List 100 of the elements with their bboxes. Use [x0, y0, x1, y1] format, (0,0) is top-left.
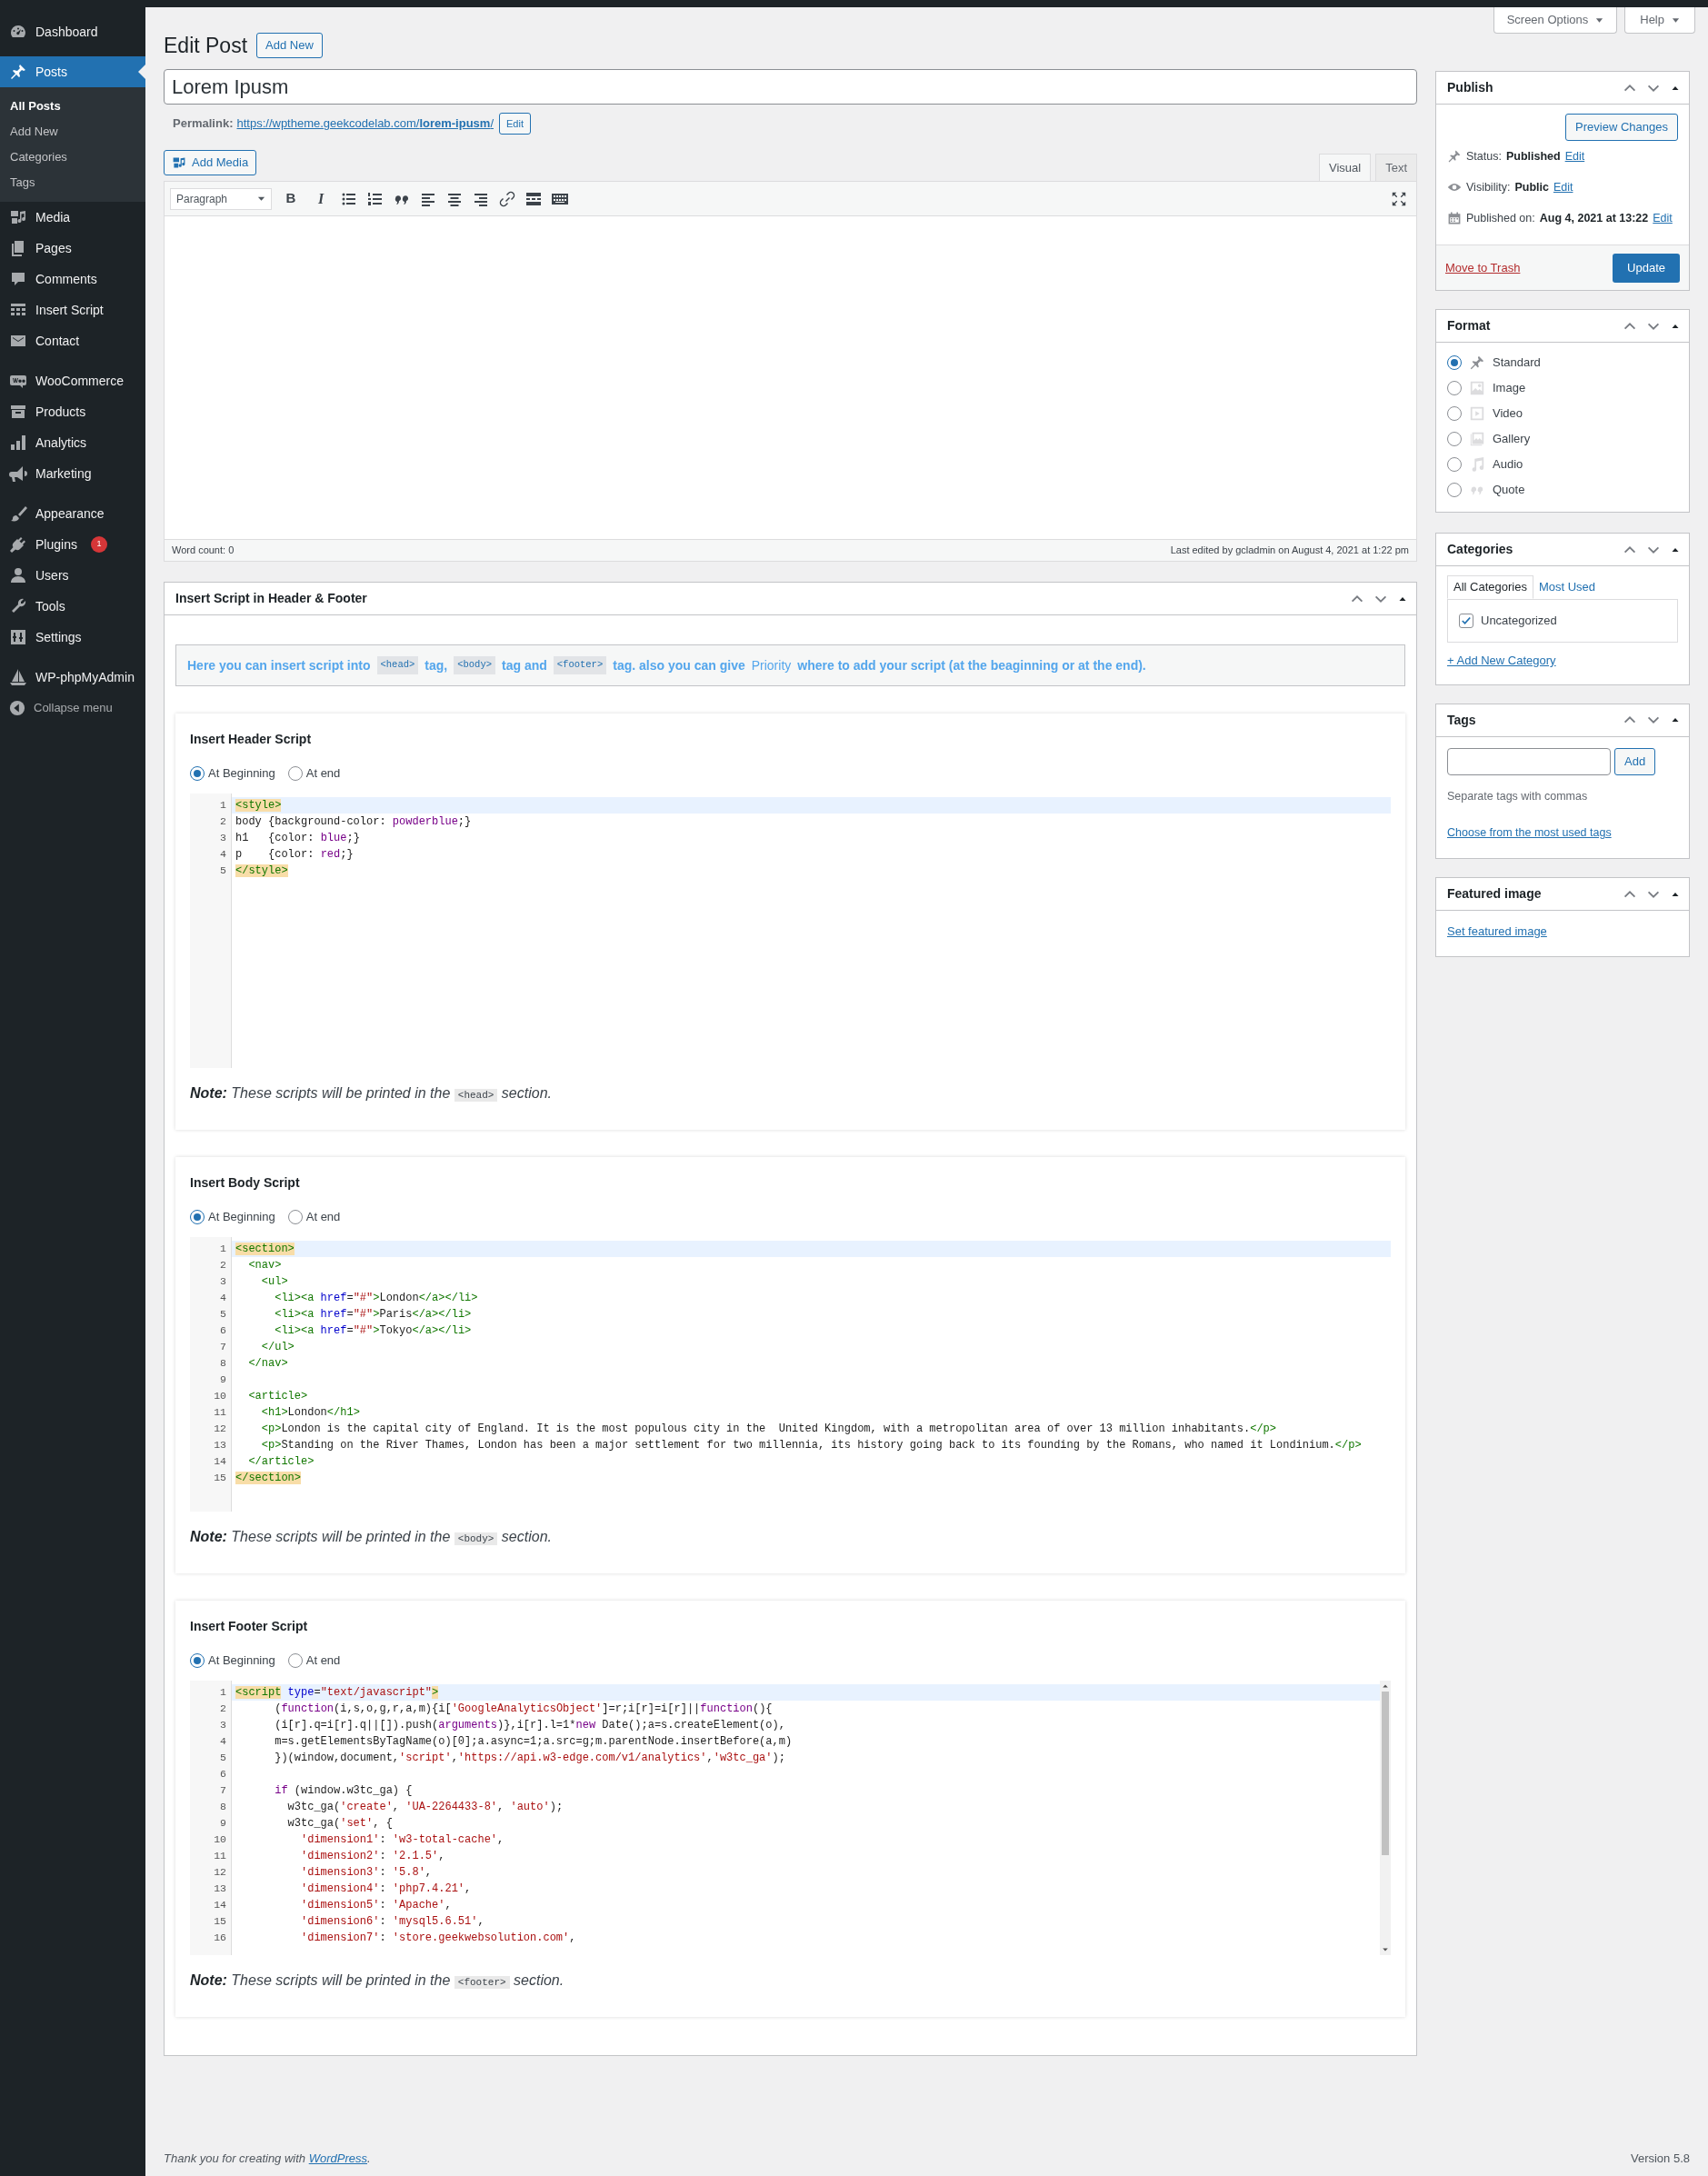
media-icon — [172, 155, 186, 170]
code-line: 'dimension2': '2.1.5', — [300, 1849, 446, 1864]
sidebar-item[interactable]: Settings — [0, 622, 145, 653]
add-media-button[interactable]: Add Media — [164, 150, 257, 175]
radio-button[interactable] — [1447, 457, 1462, 472]
add-new-category-link[interactable]: + Add New Category — [1447, 652, 1678, 670]
radio-button[interactable] — [1447, 381, 1462, 395]
permalink-link[interactable]: https://wptheme.geekcodelab.com/lorem-ipusm/ — [236, 115, 494, 133]
sidebar-item[interactable]: Tools — [0, 591, 145, 622]
screen-options-button[interactable]: Screen Options — [1493, 7, 1618, 34]
checkbox[interactable] — [1459, 614, 1473, 628]
line-number: 2 — [219, 814, 227, 829]
radio-button[interactable] — [190, 1653, 205, 1668]
line-number: 6 — [219, 1767, 227, 1782]
link-icon[interactable] — [498, 189, 516, 208]
radio-button[interactable] — [287, 766, 303, 781]
radio-button[interactable] — [1447, 432, 1462, 446]
submenu-item[interactable]: Categories — [0, 145, 145, 170]
move-to-trash-link[interactable]: Move to Trash — [1445, 258, 1521, 277]
code-line: <li><a href="#">Paris</a></li> — [274, 1307, 473, 1323]
submenu-item[interactable]: Tags — [0, 170, 145, 195]
sidebar-item[interactable]: Users — [0, 560, 145, 591]
add-new-button[interactable]: Add New — [256, 33, 323, 58]
image-icon — [1469, 380, 1485, 396]
line-number: 11 — [213, 1405, 227, 1420]
scrollbar-thumb[interactable] — [1382, 1692, 1389, 1855]
fullscreen-icon[interactable] — [1391, 190, 1407, 207]
radio-button[interactable] — [1447, 355, 1462, 370]
italic-button[interactable]: I — [310, 187, 332, 210]
category-tab[interactable]: Most Used — [1533, 575, 1602, 599]
radio-label: Gallery — [1493, 431, 1531, 448]
sidebar-item[interactable]: Comments — [0, 264, 145, 294]
radio-button[interactable] — [1447, 483, 1462, 497]
sidebar-item[interactable]: Posts — [0, 56, 145, 87]
bar-chart-icon — [9, 434, 27, 452]
bold-button[interactable]: B — [280, 187, 302, 210]
preview-changes-button[interactable]: Preview Changes — [1565, 114, 1678, 141]
line-number: 4 — [219, 847, 227, 862]
line-number: 12 — [213, 1865, 227, 1880]
sidebar-item[interactable]: Pages — [0, 233, 145, 264]
title-field[interactable]: Lorem Ipusm — [164, 69, 1417, 105]
sidebar-item[interactable]: Media — [0, 202, 145, 233]
collapse-menu-button[interactable]: Collapse menu — [0, 693, 145, 724]
code-line: <ul> — [260, 1274, 289, 1290]
code-line: 'dimension1': 'w3-total-cache', — [300, 1832, 505, 1848]
radio-button[interactable] — [287, 1653, 303, 1668]
sidebar-item[interactable]: Analytics — [0, 427, 145, 458]
wordpress-link[interactable]: WordPress — [308, 2151, 367, 2165]
radio-button[interactable] — [1447, 406, 1462, 421]
radio-label: Standard — [1493, 354, 1541, 372]
code-line: body {background-color: powderblue;} — [235, 814, 473, 830]
gallery-icon — [1469, 431, 1485, 447]
sidebar-item[interactable]: WooCommerce — [0, 365, 145, 396]
code-line: m=s.getElementsByTagName(o)[0];a.async=1;a.src=g;m.parentNode.insertBefore(a,m) — [274, 1734, 794, 1750]
edit-link[interactable]: Edit — [1564, 147, 1585, 165]
code-line: h1 {color: blue;} — [235, 831, 361, 846]
set-featured-image-link[interactable]: Set featured image — [1447, 924, 1547, 938]
code-line: w3tc_ga('set', { — [286, 1816, 394, 1832]
pin-icon — [1447, 149, 1462, 164]
category-tab[interactable]: All Categories — [1447, 575, 1533, 599]
submenu-item[interactable]: Add New — [0, 119, 145, 145]
line-number: 15 — [213, 1471, 227, 1485]
caret-icon — [257, 195, 265, 203]
sidebar-item[interactable]: Plugins 1 — [0, 529, 145, 560]
edit-link[interactable]: Edit — [1653, 209, 1673, 227]
editor-tab[interactable]: Text — [1375, 154, 1417, 181]
update-button[interactable]: Update — [1613, 253, 1680, 283]
sidebar-item[interactable]: Products — [0, 396, 145, 427]
help-button[interactable]: Help — [1624, 7, 1695, 34]
format-dropdown[interactable]: Paragraph — [170, 187, 272, 210]
most-used-tags-link[interactable]: Choose from the most used tags — [1447, 824, 1678, 842]
sidebar-item[interactable]: Marketing — [0, 458, 145, 489]
sidebar-item[interactable]: Insert Script — [0, 294, 145, 325]
word-count: Word count: 0 — [172, 544, 235, 558]
tags-input[interactable] — [1447, 747, 1611, 775]
radio-label: At end — [305, 1652, 341, 1670]
line-number: 7 — [219, 1783, 227, 1798]
line-number: 3 — [219, 831, 227, 845]
add-tag-button[interactable]: Add — [1614, 747, 1656, 775]
panel-title: Featured image — [1447, 885, 1542, 903]
submenu-item[interactable]: All Posts — [0, 94, 145, 119]
sidebar-item[interactable]: Contact — [0, 325, 145, 356]
code-line: <h1>London</h1> — [260, 1405, 361, 1421]
radio-button[interactable] — [190, 1210, 205, 1224]
edit-permalink-button[interactable]: Edit — [499, 113, 531, 135]
radio-button[interactable] — [190, 766, 205, 781]
code-editor[interactable]: 1 2 3 4 5 <style> body {background-color: powderblue;} h1 {color: blue;} p {color: red;} </style> — [190, 794, 1391, 1068]
sidebar-item[interactable]: WP-phpMyAdmin — [0, 662, 145, 693]
sidebar-item[interactable]: Appearance — [0, 498, 145, 529]
editor-tab[interactable]: Visual — [1318, 154, 1372, 181]
radio-label: Image — [1493, 380, 1526, 397]
pin-icon — [9, 63, 27, 81]
status-label: Visibility: — [1466, 179, 1511, 195]
caret-icon — [1672, 15, 1680, 25]
scrollbar[interactable] — [1380, 1681, 1391, 1955]
radio-button[interactable] — [287, 1210, 303, 1224]
code-line: p {color: red;} — [235, 847, 355, 863]
edit-link[interactable]: Edit — [1553, 178, 1573, 196]
radio-label: At Beginning — [208, 1209, 275, 1226]
sidebar-item[interactable]: Dashboard — [0, 16, 145, 47]
